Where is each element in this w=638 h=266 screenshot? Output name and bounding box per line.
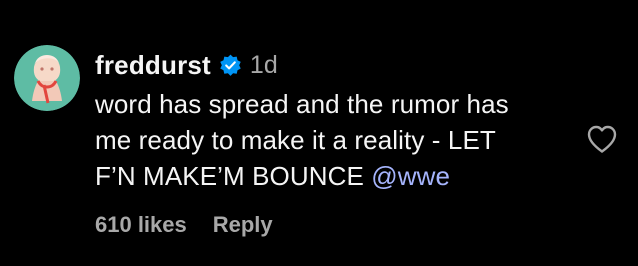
comment-text: word has spread and the rumor has me rea… (95, 86, 565, 194)
like-button[interactable] (586, 124, 618, 154)
heart-outline-icon (587, 125, 617, 153)
comment-header: freddurst 1d (95, 47, 278, 83)
comment-text-line: me ready to make it a reality - LET (95, 125, 496, 155)
mention-link[interactable]: @wwe (371, 161, 450, 191)
comment-text-line: word has spread and the rumor has (95, 89, 509, 119)
avatar[interactable] (14, 45, 80, 111)
comment-timestamp[interactable]: 1d (250, 51, 278, 80)
reply-button[interactable]: Reply (213, 212, 273, 238)
likes-count[interactable]: 610 likes (95, 212, 187, 238)
username[interactable]: freddurst (95, 50, 211, 81)
comment-text-line: F’N MAKE’M BOUNCE @wwe (95, 158, 565, 194)
comment-text-line-part: F’N MAKE’M BOUNCE (95, 161, 372, 191)
verified-badge-icon (219, 54, 242, 77)
comment: freddurst 1d word has spread and the rum… (0, 0, 638, 266)
comment-footer: 610 likes Reply (95, 210, 273, 240)
